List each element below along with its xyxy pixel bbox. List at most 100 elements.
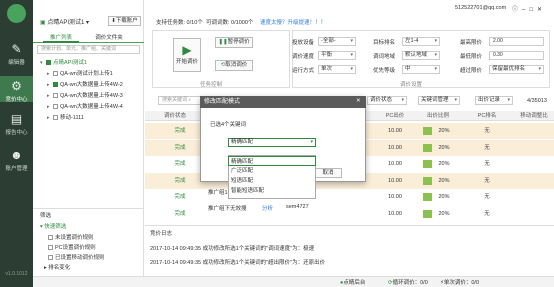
row-rank: 无 [484, 194, 490, 200]
tree-item[interactable]: ▸ QA-wn测试计划上传1 [47, 70, 113, 78]
task-group-label: 任务控制 [200, 82, 223, 88]
row-status: 完成 [174, 194, 186, 200]
tree-item[interactable]: ▾ 点睛API测试1 [40, 59, 87, 67]
nav-editor[interactable]: ✎ 编辑器 [0, 42, 33, 66]
col-ratio[interactable]: 出价比例 [423, 111, 453, 121]
close-icon[interactable]: ✕ [356, 98, 361, 104]
exceed-label: 超过限价 [460, 68, 483, 74]
ratio-icon [423, 160, 432, 168]
option-exact[interactable]: 精确匹配 [228, 156, 316, 166]
checkbox[interactable] [53, 104, 58, 110]
bid-record-select[interactable]: 出价记录 [475, 96, 513, 105]
filter-item[interactable]: 已设置移动调价规则 [48, 253, 105, 261]
col-status[interactable]: 调价状态 [160, 111, 190, 121]
row-rank: 无 [484, 210, 490, 217]
row-keyword: 推广组下无效搜 [208, 206, 247, 212]
tree-item[interactable]: ▸ QA-wn大数据量上传4W-3 [47, 92, 123, 100]
exceed-select[interactable]: 保留最优排名 [489, 65, 544, 74]
bid-icon: ⚙ [11, 79, 22, 93]
region-select[interactable]: 默认地域 [402, 51, 440, 60]
priority-select[interactable]: 中 [402, 65, 440, 74]
match-mode-select[interactable]: 精确匹配 [228, 138, 316, 147]
task-count: 支持任务数: 0/10个 [156, 20, 203, 26]
log-title: 竞价日志 [150, 231, 173, 237]
col-mobile-ratio[interactable]: 移动调整比 [514, 111, 554, 121]
region-label: 调词地域 [373, 54, 396, 60]
row-pc-bid: 10.00 [388, 194, 402, 200]
nav-account[interactable]: ☻ 账户管理 [0, 148, 33, 172]
row-status: 完成 [174, 210, 186, 217]
quick-filter[interactable]: ▾ 快速筛选 [40, 222, 66, 230]
status-select[interactable]: 调价状态 [367, 96, 407, 105]
tab-promotion-list[interactable]: 推广列表 [43, 33, 79, 43]
pause-icon: ❚❚ [218, 39, 228, 45]
option-broad[interactable]: 广泛匹配 [228, 166, 316, 176]
ratio-icon [423, 127, 432, 135]
checkbox[interactable] [53, 93, 58, 99]
rank-label: 目标排名 [373, 40, 396, 46]
device-label: 投放设备 [292, 40, 315, 46]
max-price-input[interactable]: 2.00 [489, 37, 544, 46]
status-backend[interactable]: ●点睛后台 [340, 278, 365, 286]
divider [33, 208, 144, 209]
min-price-label: 最低限价 [460, 54, 483, 60]
account-select[interactable]: ▣ 点睛API测试1 ▾ [40, 17, 100, 26]
cancel-button[interactable]: 取消 [314, 168, 342, 178]
row-status: 完成 [174, 177, 186, 184]
row-keyword-id: sem4727 [286, 204, 309, 210]
tree-search-input[interactable]: 搜索计划、单元、推广组、关键词 [37, 45, 140, 54]
pause-bid-button[interactable]: ❚❚暂停调价 [215, 37, 253, 48]
row-status: 完成 [174, 161, 186, 167]
row-pc-bid: 10.00 [388, 177, 402, 184]
log-line: 2017-10-14 09:49:35 成功修改所选1个关键词的"超出限价"为：… [150, 260, 326, 266]
tab-bid-folder[interactable]: 调价文件夹 [89, 33, 129, 43]
checkbox[interactable] [46, 60, 51, 66]
rank-select[interactable]: 左1-4 [402, 37, 440, 46]
col-pc-rank[interactable]: PC排名 [472, 111, 502, 121]
table-row[interactable]: 完成 10.00 20% 无 [145, 189, 554, 205]
col-pc-bid[interactable]: PC出价 [380, 111, 410, 121]
filter-title: 筛选 [40, 213, 52, 219]
row-rank: 无 [484, 144, 490, 151]
filter-item[interactable]: PC设置调价规则 [48, 243, 96, 251]
keyword-count: 可调词数: 0/1000个 [206, 20, 254, 26]
search-icon: ⌕ [188, 97, 192, 103]
mode-select[interactable]: 单次 [318, 65, 356, 74]
checkbox[interactable] [53, 82, 58, 88]
row-pc-bid: 10.00 [388, 210, 402, 217]
row-rank: 无 [484, 161, 490, 167]
speed-label: 调价速度 [292, 54, 315, 60]
checkbox[interactable] [53, 115, 58, 121]
checkbox[interactable] [53, 71, 58, 77]
device-select[interactable]: -全部- [318, 37, 356, 46]
cancel-bid-button[interactable]: ⟲取消调价 [215, 60, 253, 71]
nav-bid-center[interactable]: ⚙ 竞价中心 [0, 76, 33, 103]
filter-item[interactable]: ▸ 排名变化 [44, 263, 70, 271]
tree-item[interactable]: ▸ QA-wn大数据量上传4W-2 [47, 81, 123, 89]
speed-select[interactable]: 平衡 [318, 51, 356, 60]
analyze-link[interactable]: 分析 [262, 204, 273, 212]
nav-report-center[interactable]: ▤ 报告中心 [0, 112, 33, 136]
start-bid-button[interactable]: ▶ 开始调价 [173, 38, 201, 72]
ratio-icon [423, 143, 432, 152]
status-single: ⚡单次调价：0/0 [440, 280, 480, 286]
row-pc-bid: 10.00 [388, 144, 402, 151]
upgrade-link[interactable]: 速度太慢？升级提速！！！ [260, 18, 326, 26]
account-icon: ☻ [10, 148, 23, 162]
download-account-button[interactable]: ⬇下载账户 [108, 16, 141, 26]
min-price-input[interactable]: 0.30 [489, 51, 544, 60]
panel-tabs: 推广列表 调价文件夹 [33, 33, 144, 43]
settings-group-label: 调价设置 [400, 82, 423, 88]
keyword-mgmt-select[interactable]: 关键词管理 [418, 96, 460, 105]
window-controls[interactable]: ⓘ‒□✕ [512, 4, 546, 13]
tree-item[interactable]: ▸ 移动-1111 [47, 114, 84, 122]
option-phrase[interactable]: 短语匹配 [228, 176, 316, 186]
version-label: v1.0.1012 [5, 271, 28, 277]
selected-count: 已选4个关键词 [210, 122, 247, 128]
filter-item[interactable]: 未设置调价规则 [48, 233, 94, 241]
ratio-icon [423, 193, 432, 201]
tree-item[interactable]: ▸ QA-wn大数据量上传4W-4 [47, 103, 123, 111]
option-smart-phrase[interactable]: 智能短语匹配 [228, 186, 316, 196]
table-row[interactable]: 完成 10.00 20% 无 [145, 205, 554, 222]
user-email: 512522701@qq.com [455, 5, 507, 11]
